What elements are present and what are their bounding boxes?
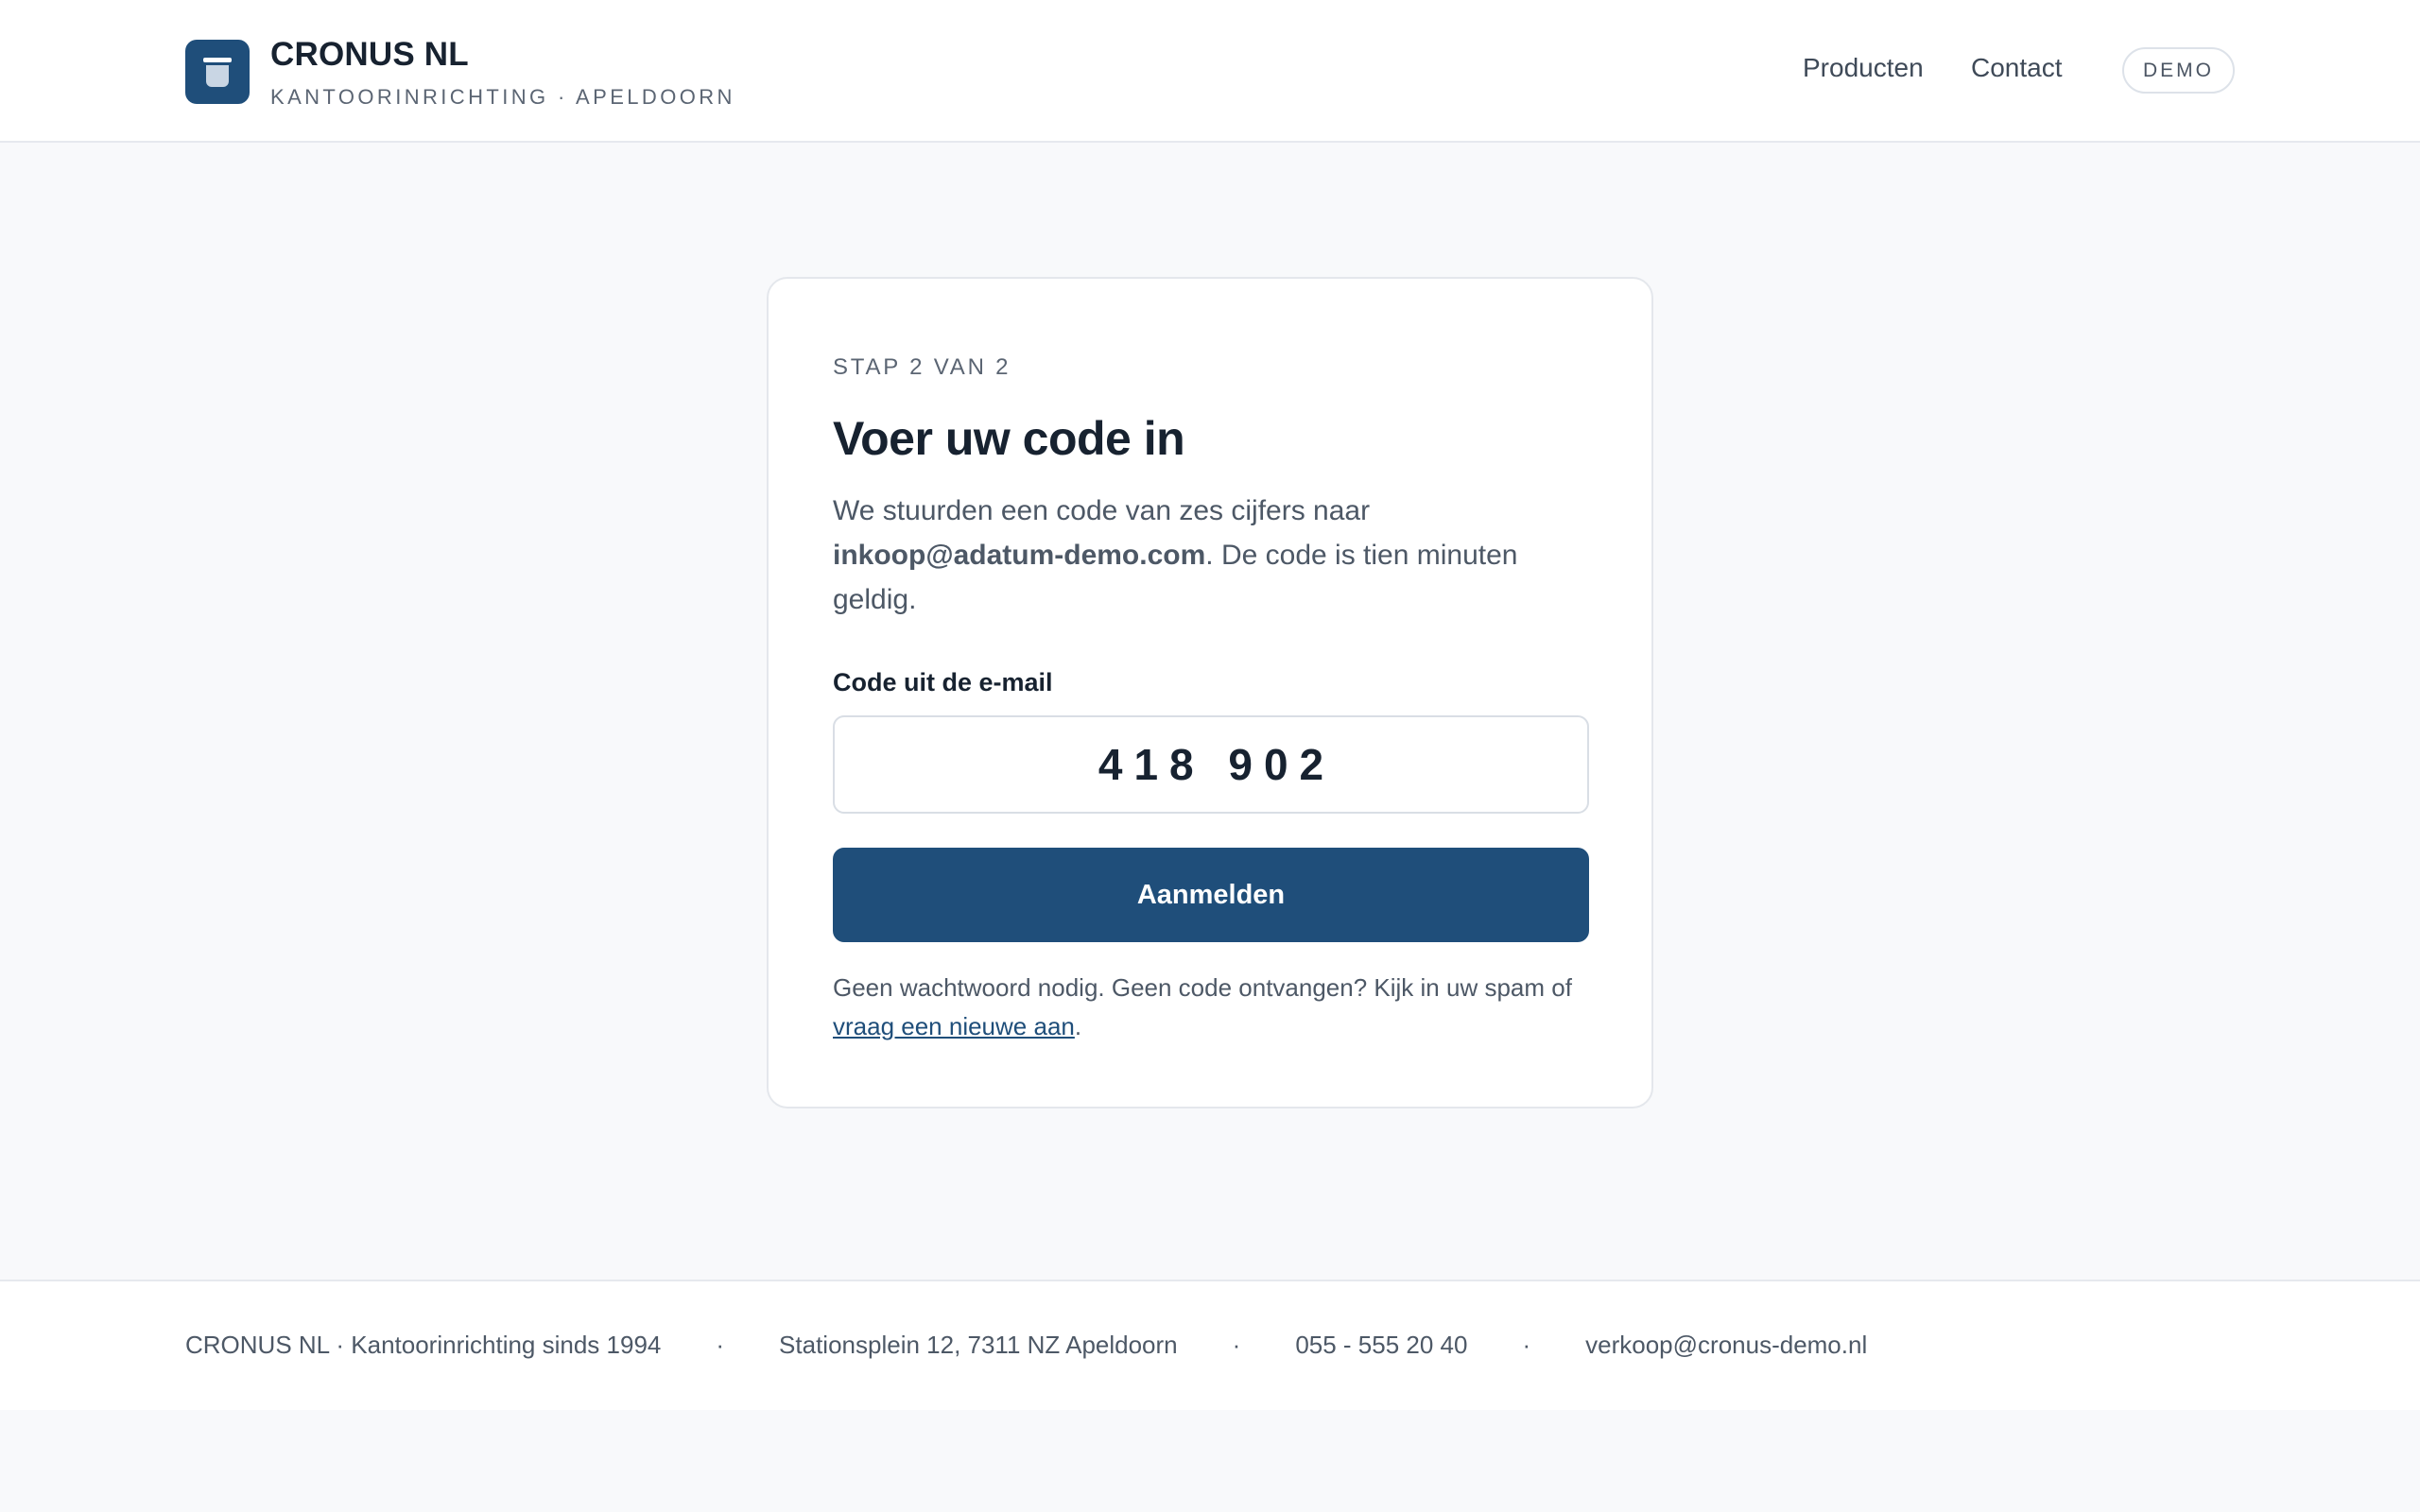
footer-info-row: CRONUS NL · Kantoorinrichting sinds 1994… bbox=[185, 1331, 1867, 1360]
help-suffix: . bbox=[1074, 1012, 1082, 1040]
footer-separator: · bbox=[716, 1331, 725, 1359]
page-title: Voer uw code in bbox=[833, 412, 1185, 465]
nav-link-contact[interactable]: Contact bbox=[1971, 53, 2063, 83]
logo-body bbox=[206, 65, 229, 87]
trash-bin-icon[interactable] bbox=[185, 40, 250, 104]
footer-address: Stationsplein 12, 7311 NZ Apeldoorn bbox=[779, 1331, 1178, 1359]
footer-email[interactable]: verkoop@cronus-demo.nl bbox=[1585, 1331, 1867, 1360]
nav-link-producten[interactable]: Producten bbox=[1803, 53, 1924, 83]
aanmelden-button[interactable]: Aanmelden bbox=[833, 848, 1589, 942]
site-footer: CRONUS NL · Kantoorinrichting sinds 1994… bbox=[0, 1280, 2420, 1410]
footer-company: CRONUS NL · Kantoorinrichting sinds 1994 bbox=[185, 1331, 662, 1359]
demo-badge: DEMO bbox=[2122, 47, 2235, 94]
desc-prefix: We stuurden een code van zes cijfers naa… bbox=[833, 495, 1371, 526]
site-header: CRONUS NL KANTOORINRICHTING · APELDOORN … bbox=[0, 0, 2420, 143]
code-sent-description: We stuurden een code van zes cijfers naa… bbox=[833, 489, 1589, 622]
footer-separator: · bbox=[1232, 1331, 1241, 1359]
help-text: Geen wachtwoord nodig. Geen code ontvang… bbox=[833, 969, 1599, 1046]
recipient-email: inkoop@adatum-demo.com bbox=[833, 540, 1206, 571]
brand-subtitle: KANTOORINRICHTING · APELDOORN bbox=[270, 85, 735, 109]
footer-separator: · bbox=[1522, 1331, 1531, 1359]
brand-name[interactable]: CRONUS NL bbox=[270, 36, 469, 74]
step-indicator: STAP 2 VAN 2 bbox=[833, 354, 1011, 380]
login-code-card: STAP 2 VAN 2 Voer uw code in We stuurden… bbox=[767, 277, 1653, 1108]
help-prefix: Geen wachtwoord nodig. Geen code ontvang… bbox=[833, 973, 1572, 1002]
code-field-label: Code uit de e-mail bbox=[833, 668, 1053, 696]
footer-phone[interactable]: 055 - 555 20 40 bbox=[1295, 1331, 1467, 1360]
request-new-code-link[interactable]: vraag een nieuwe aan bbox=[833, 1012, 1075, 1040]
logo-lid bbox=[203, 58, 232, 62]
code-input[interactable] bbox=[833, 715, 1589, 814]
